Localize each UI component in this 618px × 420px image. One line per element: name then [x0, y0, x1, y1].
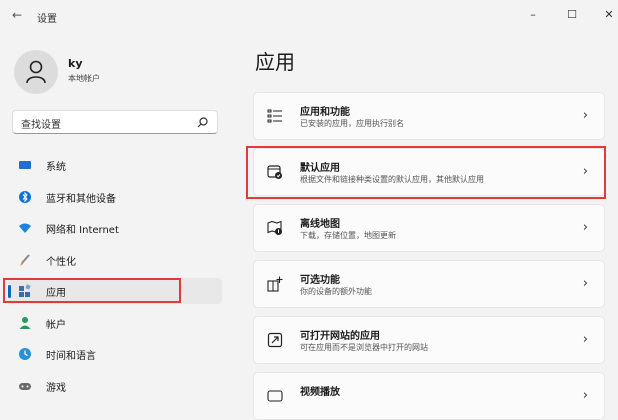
sidebar-item-label: 帐户 [46, 319, 66, 331]
sidebar-item-bluetooth[interactable]: 蓝牙和其他设备 [8, 184, 222, 210]
sidebar-item-label: 游戏 [46, 382, 66, 394]
highlight-box-default-apps [246, 146, 606, 199]
open-web-icon [267, 332, 283, 348]
sidebar-item-label: 系统 [46, 162, 66, 173]
card-description: 下载，存储位置，地图更新 [300, 231, 396, 240]
maximize-button[interactable]: ☐ [562, 6, 582, 24]
card-title: 离线地图 [300, 219, 340, 230]
title-bar: ← 设置 – ☐ ✕ [0, 0, 618, 34]
card-video-playback[interactable]: 视频播放 › [253, 372, 605, 420]
search-input[interactable]: 查找设置 [12, 110, 218, 134]
card-title: 应用和功能 [300, 107, 350, 118]
sidebar-item-label: 个性化 [46, 256, 76, 268]
sidebar-item-personalization[interactable]: 个性化 [8, 247, 222, 273]
sidebar-item-time-language[interactable]: 时间和语言 [8, 341, 222, 367]
chevron-right-icon: › [582, 388, 588, 403]
card-offline-maps[interactable]: 离线地图 下载，存储位置，地图更新 › [253, 204, 605, 252]
brush-icon [20, 253, 30, 266]
gamepad-icon [19, 382, 31, 390]
card-title: 可选功能 [300, 275, 340, 286]
wifi-icon [19, 223, 31, 233]
chevron-right-icon: › [582, 332, 588, 347]
globe-clock-icon [19, 348, 31, 360]
sidebar-item-gaming[interactable]: 游戏 [8, 373, 222, 399]
page-title: 应用 [255, 50, 295, 74]
monitor-icon [19, 161, 31, 169]
chevron-right-icon: › [582, 276, 588, 291]
card-description: 你的设备的额外功能 [300, 287, 372, 296]
card-apps-features[interactable]: 应用和功能 已安装的应用，应用执行别名 › [253, 92, 605, 140]
list-icon [267, 109, 282, 123]
person-icon [19, 316, 31, 329]
bluetooth-icon [19, 190, 31, 203]
chevron-right-icon: › [582, 220, 588, 235]
sidebar-item-accounts[interactable]: 帐户 [8, 310, 222, 336]
card-description: 可在应用而不是浏览器中打开的网站 [300, 343, 428, 352]
sidebar-item-label: 网络和 Internet [46, 225, 119, 236]
sidebar-item-network[interactable]: 网络和 Internet [8, 215, 222, 241]
card-description: 已安装的应用，应用执行别名 [300, 119, 404, 128]
search-placeholder: 查找设置 [21, 120, 61, 131]
user-name: ky [68, 57, 83, 70]
card-title: 可打开网站的应用 [300, 331, 380, 342]
close-button[interactable]: ✕ [599, 6, 618, 24]
chevron-right-icon: › [582, 108, 588, 123]
video-icon [267, 390, 283, 402]
sidebar-item-label: 蓝牙和其他设备 [46, 193, 116, 205]
avatar [14, 50, 58, 94]
sidebar-item-system[interactable]: 系统 [8, 152, 222, 178]
user-profile[interactable]: ky 本地帐户 [14, 50, 214, 94]
map-icon [267, 220, 282, 235]
back-arrow-icon[interactable]: ← [12, 8, 22, 22]
search-icon [197, 117, 208, 128]
card-optional-features[interactable]: 可选功能 你的设备的额外功能 › [253, 260, 605, 308]
highlight-box-apps [3, 278, 181, 303]
minimize-button[interactable]: – [523, 6, 543, 24]
app-title: 设置 [37, 14, 57, 25]
account-type: 本地帐户 [68, 74, 100, 83]
add-feature-icon [267, 276, 283, 292]
sidebar-item-label: 时间和语言 [46, 351, 96, 362]
card-apps-for-websites[interactable]: 可打开网站的应用 可在应用而不是浏览器中打开的网站 › [253, 316, 605, 364]
person-outline-icon [26, 60, 46, 84]
